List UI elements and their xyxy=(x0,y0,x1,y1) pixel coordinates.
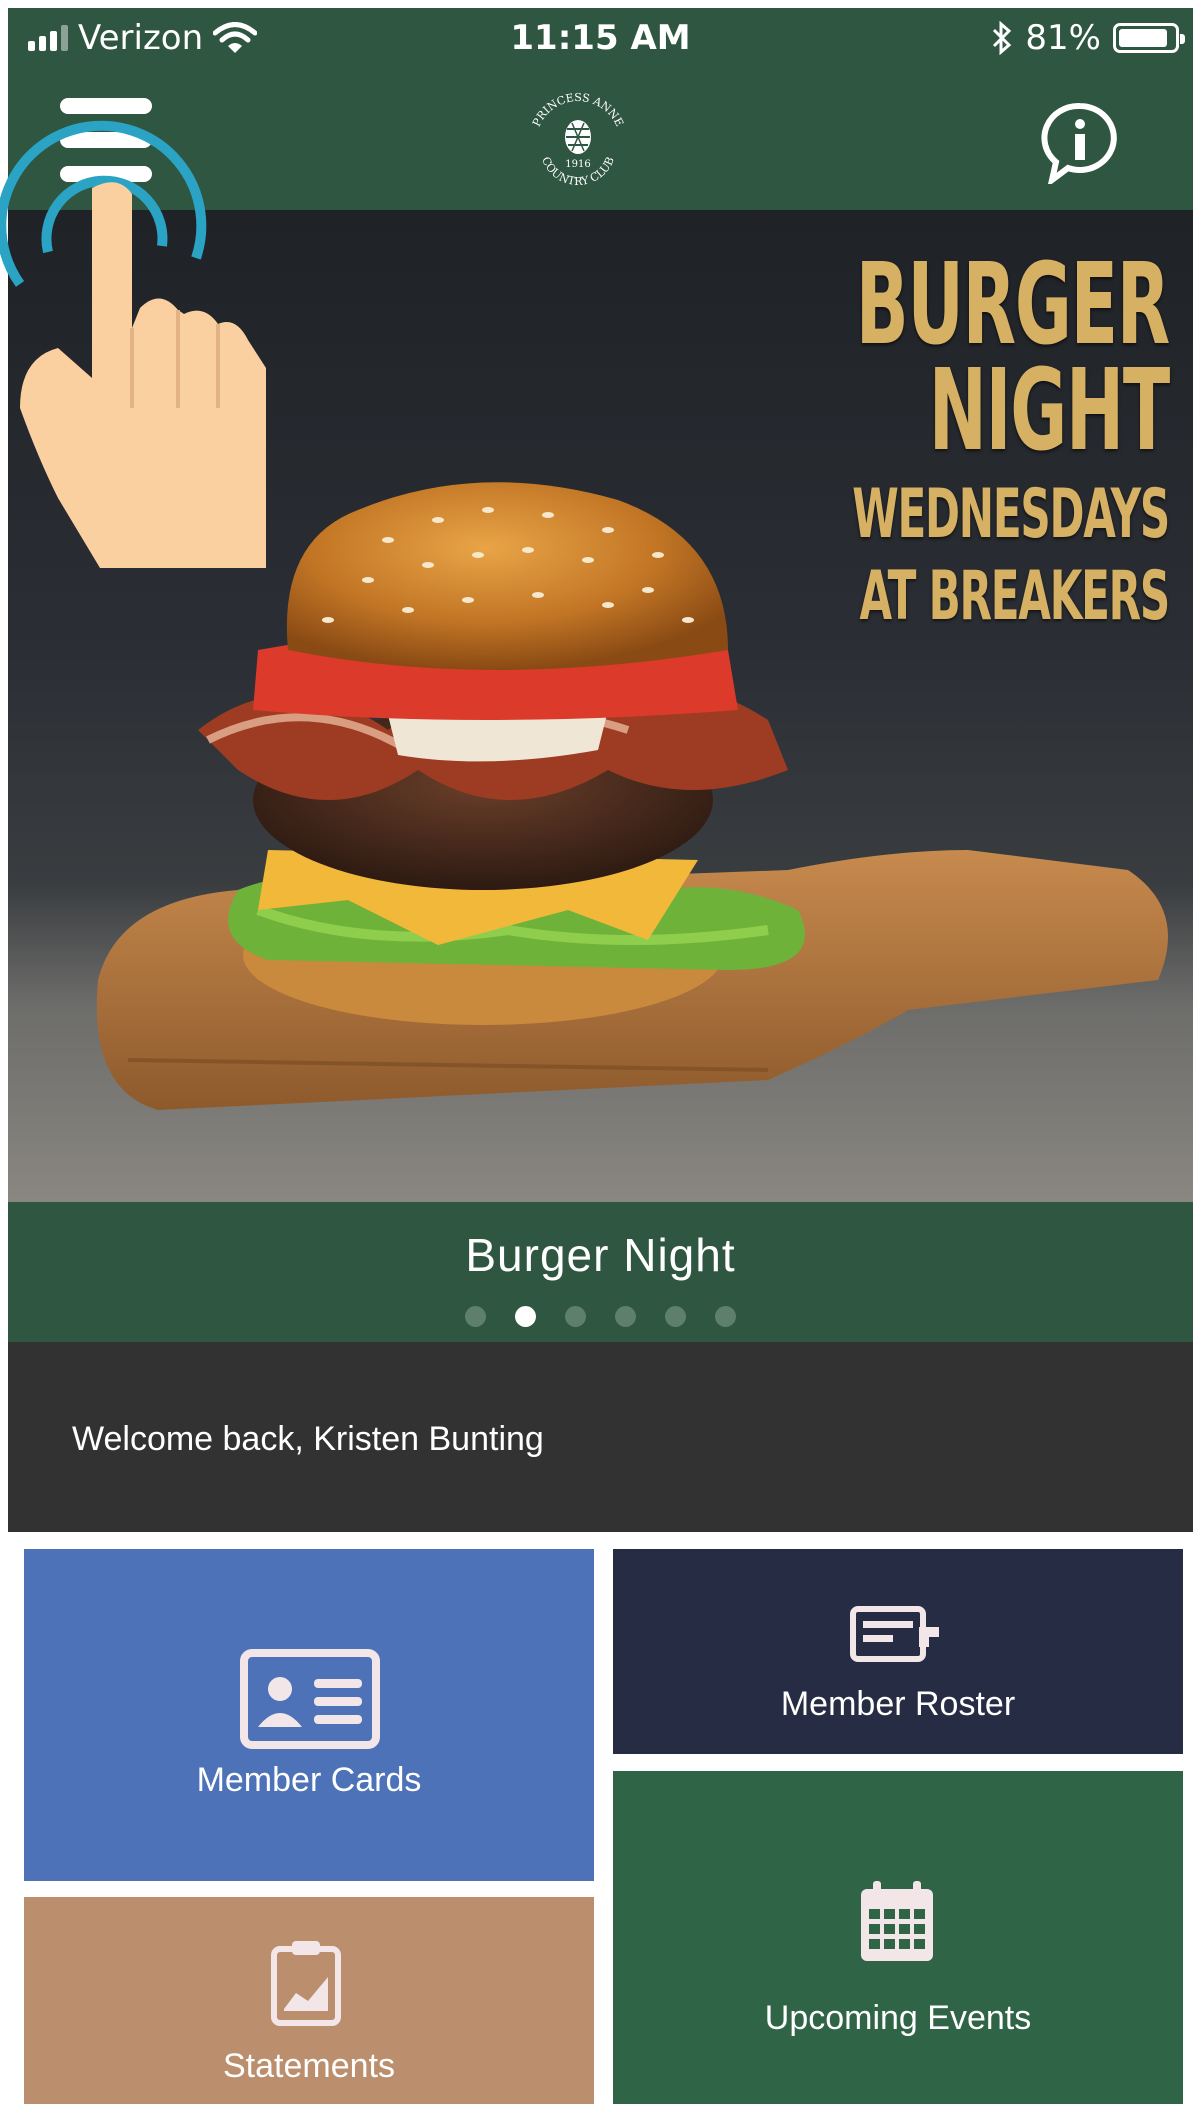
carousel-dot[interactable] xyxy=(715,1306,736,1327)
status-bar: Verizon 11:15 AM 81% xyxy=(8,8,1193,70)
welcome-message: Welcome back, Kristen Bunting xyxy=(72,1420,544,1458)
battery-icon xyxy=(1113,23,1185,53)
upcoming-events-tile[interactable]: Upcoming Events xyxy=(613,1771,1183,2104)
roster-card-icon xyxy=(850,1606,939,1662)
id-card-icon xyxy=(240,1649,380,1749)
carousel-dot[interactable] xyxy=(665,1306,686,1327)
calendar-icon xyxy=(861,1881,933,1961)
welcome-banner: Welcome back, Kristen Bunting xyxy=(8,1342,1193,1532)
carousel-dot-active[interactable] xyxy=(515,1306,536,1327)
carousel-dot[interactable] xyxy=(465,1306,486,1327)
promo-line-3: WEDNESDAYS xyxy=(852,474,1170,554)
promo-line-2: NIGHT xyxy=(928,346,1170,477)
tap-hint-overlay xyxy=(0,98,266,568)
info-icon[interactable] xyxy=(1038,100,1122,184)
carousel-title: Burger Night xyxy=(465,1229,736,1281)
member-roster-label: Member Roster xyxy=(780,1685,1016,1723)
svg-text:1916: 1916 xyxy=(565,159,590,170)
pointing-hand-icon xyxy=(20,182,266,568)
carousel-dots[interactable] xyxy=(8,1306,1193,1327)
promo-text: BURGER NIGHT WEDNESDAYS AT BREAKERS xyxy=(658,240,1171,637)
carousel-dot[interactable] xyxy=(615,1306,636,1327)
statements-label: Statements xyxy=(223,2047,395,2085)
upcoming-events-label: Upcoming Events xyxy=(764,1999,1032,2037)
member-cards-label: Member Cards xyxy=(196,1761,422,1799)
member-roster-tile[interactable]: Member Roster xyxy=(613,1549,1183,1754)
battery-status: 81% xyxy=(991,18,1185,58)
carousel-dot[interactable] xyxy=(565,1306,586,1327)
clipboard-chart-icon xyxy=(271,1941,341,2026)
battery-percent: 81% xyxy=(1025,18,1101,58)
bluetooth-icon xyxy=(993,21,1012,55)
promo-line-1: BURGER xyxy=(855,240,1170,370)
club-logo[interactable]: PRINCESS ANNE COUNTRY CLUB 1916 xyxy=(522,85,634,197)
promo-line-4: AT BREAKERS xyxy=(859,557,1171,637)
hamburger-menu-icon[interactable] xyxy=(60,98,152,182)
member-cards-tile[interactable]: Member Cards xyxy=(24,1549,594,1881)
statements-tile[interactable]: Statements xyxy=(24,1897,594,2104)
carousel-caption: Burger Night xyxy=(8,1202,1193,1342)
